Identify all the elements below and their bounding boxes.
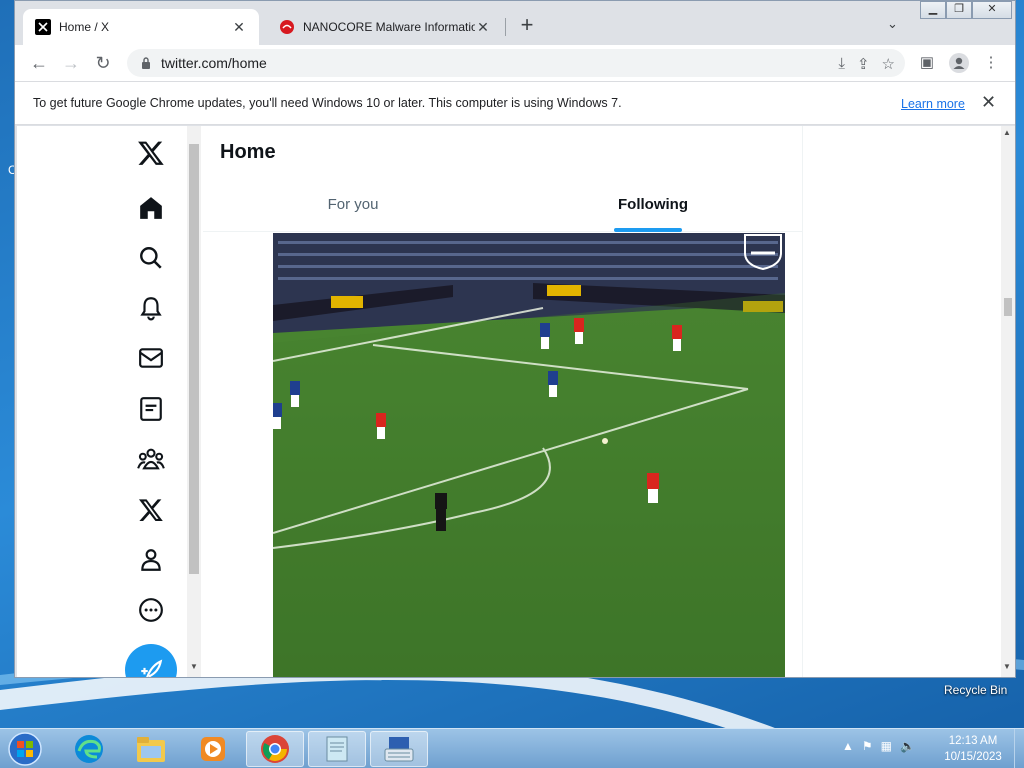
browser-toolbar: ← → ↻ twitter.com/home ⤓ ⇪ ☆ ▣ ⋮ xyxy=(15,45,1015,81)
volume-icon[interactable]: 🔈 xyxy=(900,739,915,753)
nav-scrollbar[interactable]: ▼ xyxy=(187,126,201,677)
home-icon[interactable] xyxy=(127,188,175,228)
explorer-icon[interactable] xyxy=(122,731,180,767)
x-logo-icon xyxy=(35,19,51,35)
tab-for-you[interactable]: For you xyxy=(203,182,503,232)
clock-time: 12:13 AM xyxy=(948,735,998,747)
compose-post-button[interactable] xyxy=(125,644,177,677)
media-player-icon[interactable] xyxy=(184,731,242,767)
window-controls: ▁ ❐ ✕ xyxy=(920,1,1012,19)
clock-date: 10/15/2023 xyxy=(944,751,1002,763)
recycle-bin-label[interactable]: Recycle Bin xyxy=(944,683,1007,697)
infobar-message: To get future Google Chrome updates, you… xyxy=(33,96,622,110)
mail-icon[interactable] xyxy=(127,338,175,378)
football-pitch-frame xyxy=(273,233,785,677)
window-close-button[interactable]: ✕ xyxy=(972,1,1012,19)
scroll-down-arrow-icon[interactable]: ▼ xyxy=(190,662,198,671)
close-icon[interactable]: ✕ xyxy=(231,19,247,36)
update-infobar: To get future Google Chrome updates, you… xyxy=(15,81,1015,125)
kebab-menu-icon[interactable]: ⋮ xyxy=(981,53,1001,73)
more-icon[interactable] xyxy=(127,590,175,630)
address-bar[interactable]: twitter.com/home ⤓ ⇪ ☆ xyxy=(127,49,905,77)
tab-following[interactable]: Following xyxy=(503,182,803,232)
share-icon[interactable]: ⇪ xyxy=(857,55,870,73)
clock[interactable]: 12:13 AM 10/15/2023 xyxy=(936,733,1010,765)
close-icon[interactable]: ✕ xyxy=(475,19,491,36)
keyboard-icon[interactable] xyxy=(370,731,428,767)
tray-expand-arrow-icon[interactable]: ▲ xyxy=(842,739,854,753)
lists-icon[interactable] xyxy=(127,389,175,429)
tab-home-x[interactable]: Home / X ✕ xyxy=(23,9,259,45)
premium-x-icon[interactable] xyxy=(127,490,175,530)
page-viewport: ▼ Home For you Following xyxy=(17,126,1001,677)
minimize-button[interactable]: ▁ xyxy=(920,1,946,19)
ball xyxy=(602,438,608,444)
url-text: twitter.com/home xyxy=(161,55,267,71)
edge-icon[interactable] xyxy=(60,731,118,767)
back-arrow-icon[interactable]: ← xyxy=(27,51,51,75)
start-orb-icon[interactable] xyxy=(6,731,46,767)
omnibox-actions: ⤓ ⇪ ☆ xyxy=(838,55,895,73)
learn-more-link[interactable]: Learn more xyxy=(901,97,965,111)
tab-title: Home / X xyxy=(59,20,110,34)
profile-icon[interactable] xyxy=(127,540,175,580)
scrollbar-thumb[interactable] xyxy=(189,144,199,574)
windows-taskbar: ▲ ⚑ ▦ 🔈 12:13 AM 10/15/2023 xyxy=(0,728,1024,768)
timeline-column: Home For you Following xyxy=(203,126,803,677)
post-video[interactable] xyxy=(273,233,785,677)
profile-avatar-icon[interactable] xyxy=(949,53,969,73)
network-icon[interactable]: ▦ xyxy=(881,739,892,753)
lock-icon xyxy=(142,57,150,69)
active-tab-indicator xyxy=(614,228,682,232)
page-scrollbar[interactable]: ▲ ▼ xyxy=(1001,126,1015,677)
forward-arrow-icon[interactable]: → xyxy=(59,51,83,75)
tab-strip: Home / X ✕ NANOCORE Malware Information … xyxy=(15,1,1015,45)
feather-plus-icon xyxy=(141,659,163,677)
bookmark-star-icon[interactable]: ☆ xyxy=(882,55,895,73)
side-panel-icon[interactable]: ▣ xyxy=(917,53,937,73)
action-center-flag-icon[interactable]: ⚑ xyxy=(862,739,873,753)
notepad-icon[interactable] xyxy=(308,731,366,767)
system-tray: ▲ ⚑ ▦ 🔈 xyxy=(842,739,915,753)
search-icon[interactable] xyxy=(127,238,175,278)
tab-separator xyxy=(505,18,506,36)
tab-nanocore[interactable]: NANOCORE Malware Information ✕ xyxy=(267,9,503,45)
bell-icon[interactable] xyxy=(127,288,175,328)
show-desktop-button[interactable] xyxy=(1014,729,1024,768)
maximize-button[interactable]: ❐ xyxy=(946,1,972,19)
scroll-up-arrow-icon[interactable]: ▲ xyxy=(1003,128,1011,137)
page-title: Home xyxy=(220,141,276,163)
tab-search-chevron-icon[interactable]: ⌄ xyxy=(887,16,898,32)
communities-icon[interactable] xyxy=(127,439,175,479)
reload-icon[interactable]: ↻ xyxy=(91,51,115,75)
chrome-window: Home / X ✕ NANOCORE Malware Information … xyxy=(14,0,1016,678)
scrollbar-thumb[interactable] xyxy=(1004,298,1012,316)
install-app-icon[interactable]: ⤓ xyxy=(838,55,845,73)
new-tab-button[interactable]: + xyxy=(515,14,539,38)
close-icon[interactable]: ✕ xyxy=(981,92,996,113)
x-logo-icon[interactable] xyxy=(127,133,175,173)
trendmicro-icon xyxy=(279,19,295,35)
scroll-down-arrow-icon[interactable]: ▼ xyxy=(1003,662,1011,671)
feed-tabs: For you Following xyxy=(203,182,803,232)
chrome-icon[interactable] xyxy=(246,731,304,767)
tab-title: NANOCORE Malware Information xyxy=(303,20,475,34)
